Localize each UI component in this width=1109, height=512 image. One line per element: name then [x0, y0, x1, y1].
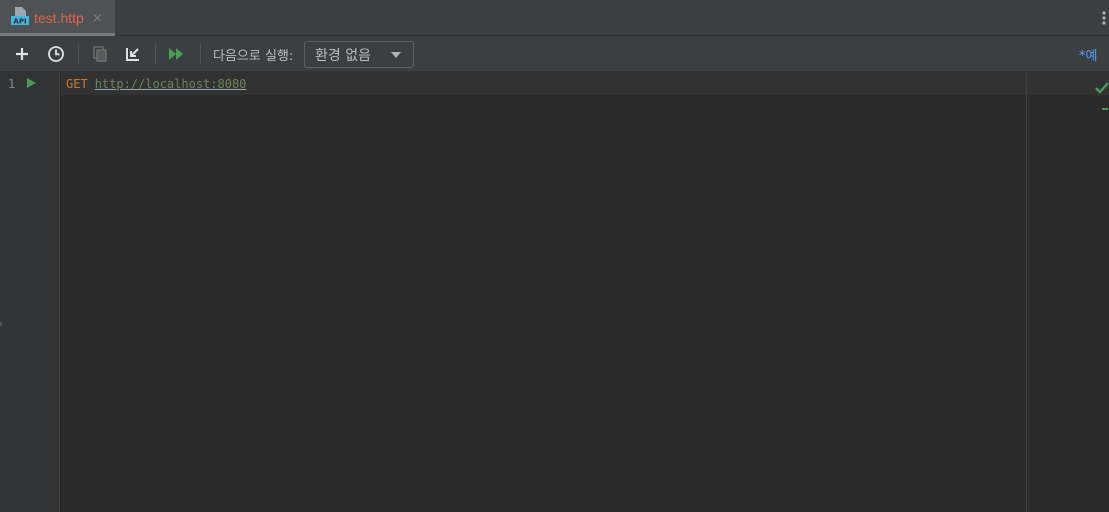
toolbar-separator — [155, 44, 156, 64]
tab-test-http[interactable]: API test.http × — [0, 0, 115, 36]
run-request-icon[interactable] — [27, 78, 36, 88]
editor-gutter: 1 — [0, 72, 60, 512]
http-method: GET — [66, 77, 88, 91]
examples-link[interactable]: *예 — [1079, 45, 1097, 64]
request-url[interactable]: http://localhost:8080 — [95, 77, 247, 91]
run-all-icon[interactable] — [165, 42, 189, 66]
run-with-label: 다음으로 실행: — [213, 49, 294, 64]
clock-icon[interactable] — [44, 42, 68, 66]
toolbar-separator — [200, 44, 201, 64]
api-file-icon: API — [10, 6, 30, 30]
splitter-handle[interactable] — [0, 322, 2, 326]
import-arrow-icon[interactable] — [121, 42, 145, 66]
more-vertical-icon[interactable] — [1101, 10, 1107, 26]
line-number: 1 — [8, 77, 16, 91]
svg-text:API: API — [13, 18, 26, 26]
toolbar-separator — [78, 44, 79, 64]
tab-label: test.http — [34, 10, 84, 26]
right-margin-guide — [1026, 72, 1027, 512]
close-icon[interactable]: × — [92, 11, 103, 26]
copy-icon[interactable] — [88, 42, 112, 66]
plus-icon[interactable] — [10, 42, 34, 66]
chevron-down-icon — [391, 52, 401, 58]
http-client-toolbar: 다음으로 실행: 환경 없음 *예 — [0, 36, 1109, 72]
change-marker — [1102, 108, 1108, 110]
checkmark-icon — [1094, 80, 1109, 96]
editor-tab-bar: API test.http × — [0, 0, 1109, 36]
code-editor[interactable]: GET http://localhost:8080 — [61, 72, 1109, 512]
request-line: GET http://localhost:8080 — [66, 77, 246, 91]
environment-value: 환경 없음 — [315, 47, 371, 64]
environment-select[interactable]: 환경 없음 — [304, 41, 414, 68]
